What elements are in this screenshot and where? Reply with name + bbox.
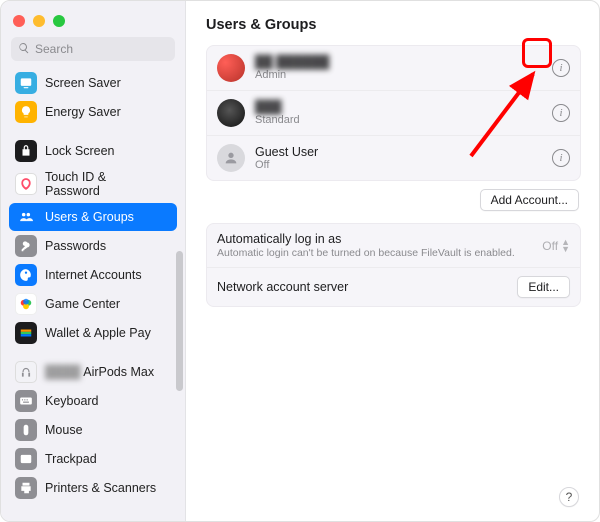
- sidebar-item-label: Internet Accounts: [45, 268, 142, 282]
- mouse-icon: [15, 419, 37, 441]
- passwords-icon: [15, 235, 37, 257]
- user-row-guest[interactable]: Guest User Off i: [207, 135, 580, 180]
- sidebar-item-lock-screen[interactable]: Lock Screen: [9, 137, 177, 165]
- help-button[interactable]: ?: [559, 487, 579, 507]
- sidebar-item-keyboard[interactable]: Keyboard: [9, 387, 177, 415]
- user-row-standard[interactable]: ███ Standard i: [207, 90, 580, 135]
- sidebar-item-energy-saver[interactable]: Energy Saver: [9, 98, 177, 126]
- search-icon: [18, 42, 35, 57]
- sidebar-item-label: Passwords: [45, 239, 106, 253]
- sidebar: Screen Saver Energy Saver Lock Screen: [1, 1, 186, 521]
- avatar: [217, 99, 245, 127]
- sidebar-item-label: Game Center: [45, 297, 120, 311]
- sidebar-item-airpods-max[interactable]: ████ AirPods Max: [9, 358, 177, 386]
- user-role: Off: [255, 159, 542, 171]
- guest-avatar-icon: [217, 144, 245, 172]
- close-window-button[interactable]: [13, 15, 25, 27]
- user-role: Standard: [255, 114, 542, 126]
- avatar: [217, 54, 245, 82]
- network-account-server-row: Network account server Edit...: [207, 267, 580, 306]
- window-controls: [1, 9, 185, 37]
- sidebar-item-label: Screen Saver: [45, 76, 121, 90]
- game-center-icon: [15, 293, 37, 315]
- auto-login-subtitle: Automatic login can't be turned on becau…: [217, 247, 532, 259]
- sidebar-item-label: Touch ID & Password: [45, 170, 106, 199]
- sidebar-item-users-groups[interactable]: Users & Groups: [9, 203, 177, 231]
- auto-login-title: Automatically log in as: [217, 232, 532, 246]
- keyboard-icon: [15, 390, 37, 412]
- sidebar-item-wallet-apple-pay[interactable]: Wallet & Apple Pay: [9, 319, 177, 347]
- options-card: Automatically log in as Automatic login …: [206, 223, 581, 307]
- sidebar-item-printers-scanners[interactable]: Printers & Scanners: [9, 474, 177, 502]
- auto-login-value[interactable]: Off ▲▼: [542, 239, 570, 253]
- auto-login-row[interactable]: Automatically log in as Automatic login …: [207, 224, 580, 267]
- sidebar-item-label: Keyboard: [45, 394, 99, 408]
- sidebar-item-touch-id-password[interactable]: Touch ID & Password: [9, 166, 177, 202]
- user-row-admin[interactable]: ██ ██████ Admin i: [207, 46, 580, 90]
- lock-screen-icon: [15, 140, 37, 162]
- sidebar-item-label: Lock Screen: [45, 144, 114, 158]
- minimize-window-button[interactable]: [33, 15, 45, 27]
- user-role: Admin: [255, 69, 542, 81]
- sidebar-list: Screen Saver Energy Saver Lock Screen: [1, 69, 185, 521]
- sidebar-item-passwords[interactable]: Passwords: [9, 232, 177, 260]
- user-name: Guest User: [255, 145, 542, 159]
- sidebar-item-label: Energy Saver: [45, 105, 121, 119]
- users-groups-icon: [15, 206, 37, 228]
- up-down-chevron-icon: ▲▼: [561, 239, 570, 253]
- user-name-redacted: ██ ██████: [255, 55, 542, 69]
- sidebar-item-label: Printers & Scanners: [45, 481, 156, 495]
- screen-saver-icon: [15, 72, 37, 94]
- sidebar-item-label: Wallet & Apple Pay: [45, 326, 151, 340]
- main-content: Users & Groups ██ ██████ Admin i ███ Sta…: [186, 1, 599, 521]
- sidebar-item-label: Trackpad: [45, 452, 97, 466]
- user-info-button[interactable]: i: [552, 104, 570, 122]
- add-account-button[interactable]: Add Account...: [480, 189, 579, 211]
- user-info-button[interactable]: i: [552, 149, 570, 167]
- sidebar-item-label: Users & Groups: [45, 210, 134, 224]
- sidebar-item-mouse[interactable]: Mouse: [9, 416, 177, 444]
- zoom-window-button[interactable]: [53, 15, 65, 27]
- sidebar-item-trackpad[interactable]: Trackpad: [9, 445, 177, 473]
- sidebar-scrollbar[interactable]: [176, 251, 183, 391]
- sidebar-item-internet-accounts[interactable]: Internet Accounts: [9, 261, 177, 289]
- sidebar-item-label: Mouse: [45, 423, 83, 437]
- sidebar-item-screen-saver[interactable]: Screen Saver: [9, 69, 177, 97]
- sidebar-item-game-center[interactable]: Game Center: [9, 290, 177, 318]
- printers-icon: [15, 477, 37, 499]
- energy-saver-icon: [15, 101, 37, 123]
- internet-accounts-icon: [15, 264, 37, 286]
- user-info-button[interactable]: i: [552, 59, 570, 77]
- touch-id-icon: [15, 173, 37, 195]
- edit-network-server-button[interactable]: Edit...: [517, 276, 570, 298]
- user-name-redacted: ███: [255, 100, 542, 114]
- network-server-title: Network account server: [217, 280, 507, 294]
- search-input[interactable]: [35, 42, 190, 56]
- settings-window: Screen Saver Energy Saver Lock Screen: [0, 0, 600, 522]
- users-list-card: ██ ██████ Admin i ███ Standard i Guest U: [206, 45, 581, 181]
- airpods-max-icon: [15, 361, 37, 383]
- wallet-icon: [15, 322, 37, 344]
- search-field[interactable]: [11, 37, 175, 61]
- page-title: Users & Groups: [206, 17, 581, 33]
- sidebar-item-label: ████ AirPods Max: [45, 365, 154, 379]
- trackpad-icon: [15, 448, 37, 470]
